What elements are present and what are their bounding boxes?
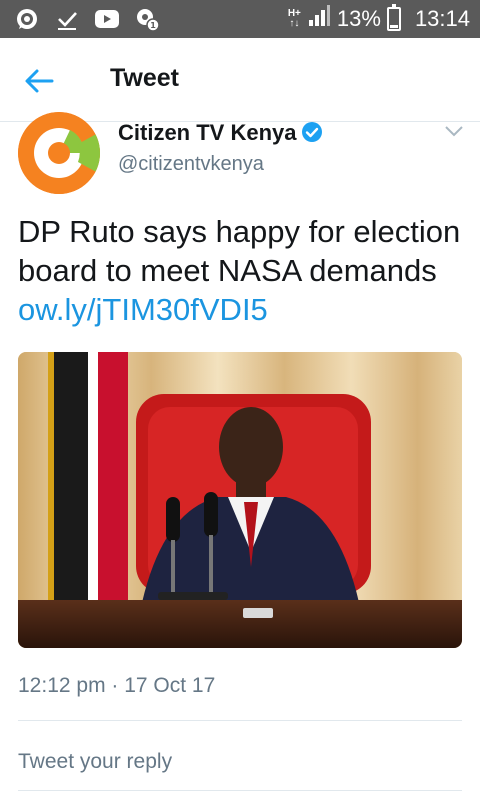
reply-input[interactable]: Tweet your reply	[18, 750, 172, 774]
signal-icon	[307, 4, 331, 34]
battery-icon	[386, 4, 401, 31]
tweet-body: DP Ruto says happy for election board to…	[18, 214, 461, 288]
notification-icons: 1	[14, 6, 160, 32]
battery-level	[389, 25, 398, 28]
tweet-link[interactable]: ow.ly/jTIM30fVDI5	[18, 292, 268, 327]
network-activity-arrows: ↑↓	[289, 18, 300, 29]
battery-percent: 13%	[336, 6, 381, 31]
youtube-icon	[94, 6, 120, 32]
download-done-icon	[54, 6, 80, 32]
divider	[18, 790, 462, 791]
avatar[interactable]	[18, 112, 100, 194]
settings-badge-icon: 1	[134, 6, 160, 32]
tweet-photo[interactable]	[18, 352, 462, 648]
page-title: Tweet	[110, 64, 179, 92]
tweet-text: DP Ruto says happy for election board to…	[18, 212, 466, 329]
back-button[interactable]	[22, 64, 56, 98]
clock: 13:14	[414, 6, 470, 31]
verified-badge-icon	[301, 121, 323, 143]
author-handle[interactable]: @citizentvkenya	[118, 153, 264, 176]
network-type: H+ ↑↓	[288, 9, 301, 29]
svg-text:1: 1	[150, 21, 156, 30]
author-name[interactable]: Citizen TV Kenya	[118, 120, 296, 146]
more-options-button[interactable]	[444, 124, 464, 138]
citizen-tv-logo-icon	[18, 112, 100, 194]
system-status: H+ ↑↓ 13% 13:14	[288, 4, 470, 34]
divider	[18, 720, 462, 721]
whatsapp-icon	[14, 6, 40, 32]
arrow-left-icon	[25, 69, 54, 93]
press-conference-photo	[18, 352, 462, 648]
app-bar: Tweet	[0, 38, 480, 122]
status-bar: 1 H+ ↑↓ 13% 13:14	[0, 0, 480, 38]
chevron-down-icon	[445, 126, 463, 137]
tweet-timestamp: 12:12 pm · 17 Oct 17	[18, 674, 216, 697]
